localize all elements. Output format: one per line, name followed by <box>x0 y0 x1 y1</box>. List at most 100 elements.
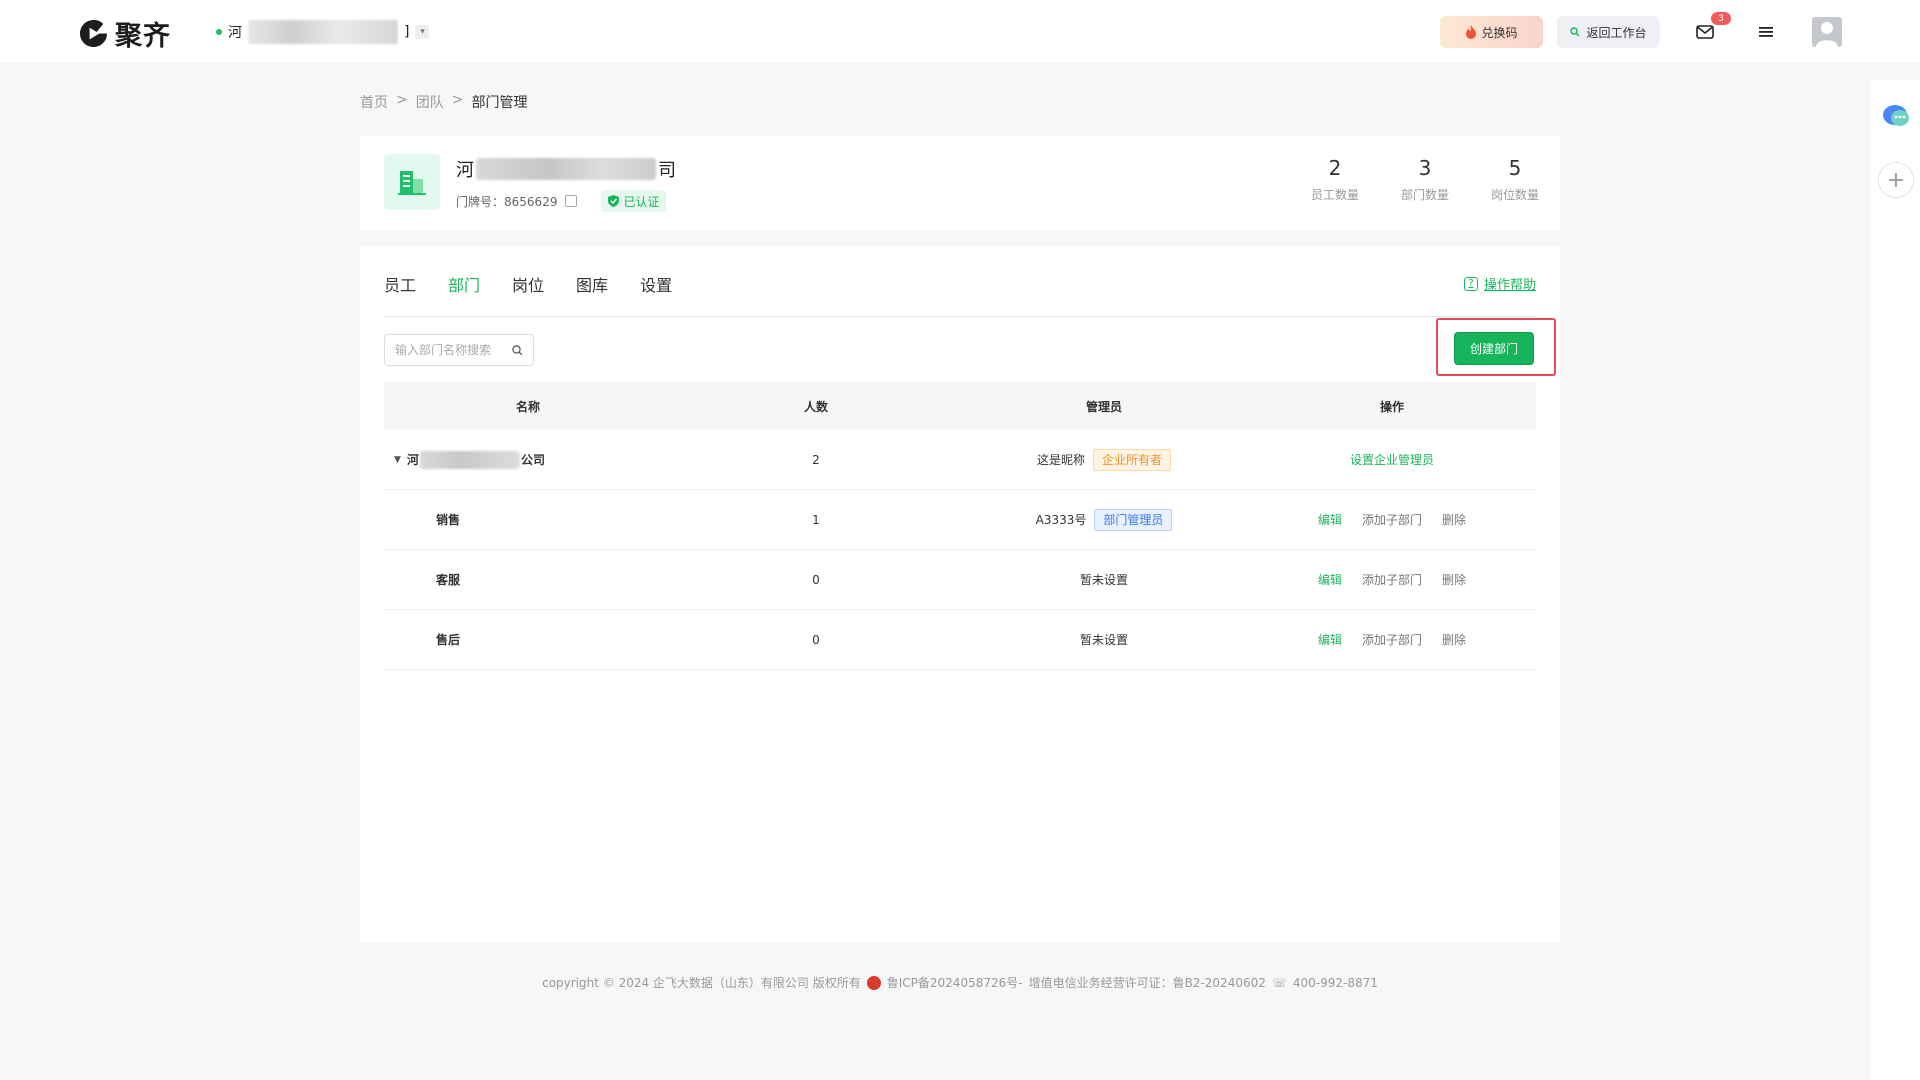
stat-label: 部门数量 <box>1400 188 1449 202</box>
member-count: 1 <box>812 512 820 527</box>
tab-bar: 员工 部门 岗位 图库 设置 <box>384 272 672 296</box>
actions-cell: 设置企业管理员 <box>1248 451 1536 468</box>
stat-departments: 3 部门数量 <box>1380 156 1470 203</box>
tab-gallery[interactable]: 图库 <box>576 272 608 296</box>
mail-icon <box>1696 25 1714 39</box>
add-subdepartment-link[interactable]: 添加子部门 <box>1362 631 1422 648</box>
dept-admin-tag: 部门管理员 <box>1094 508 1173 531</box>
menu-button[interactable] <box>1752 18 1780 46</box>
search-icon <box>1570 27 1580 37</box>
add-shortcut-button[interactable]: + <box>1878 162 1914 198</box>
member-count: 0 <box>812 572 820 587</box>
menu-icon <box>1759 27 1773 37</box>
verified-label: 已认证 <box>623 194 660 209</box>
member-count: 2 <box>812 452 820 467</box>
status-dot <box>216 29 222 35</box>
tab-employees[interactable]: 员工 <box>384 272 416 296</box>
stat-employees: 2 员工数量 <box>1290 156 1380 203</box>
admin-name: 这是昵称 <box>1036 453 1085 467</box>
company-stats: 2 员工数量 3 部门数量 5 岗位数量 <box>1290 156 1560 203</box>
member-count: 0 <box>812 632 820 647</box>
logo-icon <box>79 19 108 48</box>
admin-name: 暂未设置 <box>1079 573 1128 587</box>
table-row: 客服 0 暂未设置 编辑 添加子部门 删除 <box>384 550 1536 610</box>
add-subdepartment-link[interactable]: 添加子部门 <box>1362 571 1422 588</box>
caret-down-icon[interactable]: ▼ <box>394 455 401 465</box>
edit-link[interactable]: 编辑 <box>1318 511 1342 528</box>
right-rail: + <box>1870 80 1920 1080</box>
breadcrumb-separator: > <box>396 92 408 108</box>
add-subdepartment-link[interactable]: 添加子部门 <box>1362 511 1422 528</box>
company-name-redacted <box>476 158 656 180</box>
fire-icon <box>1466 25 1477 39</box>
company-card: 河 司 门牌号：8656629 已认证 2 员工数量 3 部门数量 5 岗位数量 <box>360 136 1560 230</box>
department-search <box>384 334 534 366</box>
copyright-text: copyright © 2024 企飞大数据（山东）有限公司 版权所有 <box>542 976 861 990</box>
header-admin: 管理员 <box>1085 399 1122 414</box>
divider <box>384 316 1536 317</box>
stat-label: 岗位数量 <box>1490 188 1539 202</box>
admin-name: A3333号 <box>1035 513 1087 527</box>
department-name: 售后 <box>436 633 461 647</box>
house-number-label: 门牌号： <box>456 194 505 209</box>
delete-link[interactable]: 删除 <box>1442 631 1466 648</box>
tab-departments[interactable]: 部门 <box>448 272 480 296</box>
help-icon: ? <box>1463 276 1478 291</box>
user-icon <box>1812 17 1842 47</box>
chat-assistant-icon[interactable] <box>1882 104 1910 128</box>
header-actions: 操作 <box>1379 399 1404 414</box>
header-count: 人数 <box>803 399 828 414</box>
breadcrumb-current: 部门管理 <box>471 95 528 111</box>
top-bar: 聚齐 河 ] ▾ 兑换码 返回工作台 3 <box>0 0 1920 63</box>
root-name-redacted <box>419 450 520 469</box>
edit-link[interactable]: 编辑 <box>1318 571 1342 588</box>
breadcrumb-separator: > <box>451 92 464 108</box>
delete-link[interactable]: 删除 <box>1442 511 1466 528</box>
tab-settings[interactable]: 设置 <box>640 272 672 296</box>
police-badge-icon <box>866 975 881 990</box>
help-link[interactable]: ? 操作帮助 <box>1463 274 1536 293</box>
actions-cell: 编辑 添加子部门 删除 <box>1248 631 1536 648</box>
admin-cell: 暂未设置 <box>960 571 1248 588</box>
footer: copyright © 2024 企飞大数据（山东）有限公司 版权所有 鲁ICP… <box>0 974 1920 991</box>
stat-label: 员工数量 <box>1310 188 1359 202</box>
house-number-value: 8656629 <box>504 194 558 209</box>
table-row-root: ▼ 河 公司 2 这是昵称 企业所有者 设置企业管理员 <box>384 430 1536 490</box>
search-icon[interactable] <box>512 344 523 356</box>
delete-link[interactable]: 删除 <box>1442 571 1466 588</box>
actions-cell: 编辑 添加子部门 删除 <box>1248 571 1536 588</box>
help-label: 操作帮助 <box>1483 278 1536 293</box>
edit-link[interactable]: 编辑 <box>1318 631 1342 648</box>
company-name-suffix: 司 <box>658 160 676 181</box>
chevron-down-icon[interactable]: ▾ <box>415 25 430 39</box>
company-building-icon <box>384 154 440 210</box>
logo[interactable]: 聚齐 <box>78 14 171 53</box>
root-department-name: ▼ 河 公司 <box>384 450 672 469</box>
org-selector[interactable]: 河 ] ▾ <box>216 20 430 44</box>
set-enterprise-admin-link[interactable]: 设置企业管理员 <box>1350 451 1434 468</box>
department-panel: 员工 部门 岗位 图库 设置 ? 操作帮助 创建部门 名称 人数 管理员 操作 … <box>360 246 1560 942</box>
redeem-code-button[interactable]: 兑换码 <box>1440 16 1543 48</box>
shield-check-icon <box>608 195 620 207</box>
search-input[interactable] <box>395 343 505 357</box>
back-to-workbench-button[interactable]: 返回工作台 <box>1557 16 1660 48</box>
table-row: 售后 0 暂未设置 编辑 添加子部门 删除 <box>384 610 1536 670</box>
copy-icon[interactable] <box>565 195 578 207</box>
header-name: 名称 <box>515 399 540 414</box>
icp-link[interactable]: 鲁ICP备2024058726号- <box>887 974 1023 991</box>
department-name: 销售 <box>436 513 461 527</box>
avatar[interactable] <box>1812 17 1842 47</box>
admin-cell: A3333号 部门管理员 <box>960 508 1248 531</box>
verified-badge: 已认证 <box>601 190 667 212</box>
department-table: 名称 人数 管理员 操作 ▼ 河 公司 2 这是昵称 企业所有者 设置企业管理员… <box>384 382 1536 670</box>
redeem-code-label: 兑换码 <box>1481 25 1518 40</box>
tab-positions[interactable]: 岗位 <box>512 272 544 296</box>
breadcrumb-home[interactable]: 首页 <box>360 92 388 112</box>
org-name-suffix: ] <box>404 24 410 40</box>
table-header: 名称 人数 管理员 操作 <box>384 382 1536 430</box>
mail-button[interactable]: 3 <box>1691 12 1731 46</box>
actions-cell: 编辑 添加子部门 删除 <box>1248 511 1536 528</box>
logo-text: 聚齐 <box>115 21 171 52</box>
create-department-button[interactable]: 创建部门 <box>1454 332 1534 365</box>
breadcrumb-team[interactable]: 团队 <box>416 92 444 112</box>
